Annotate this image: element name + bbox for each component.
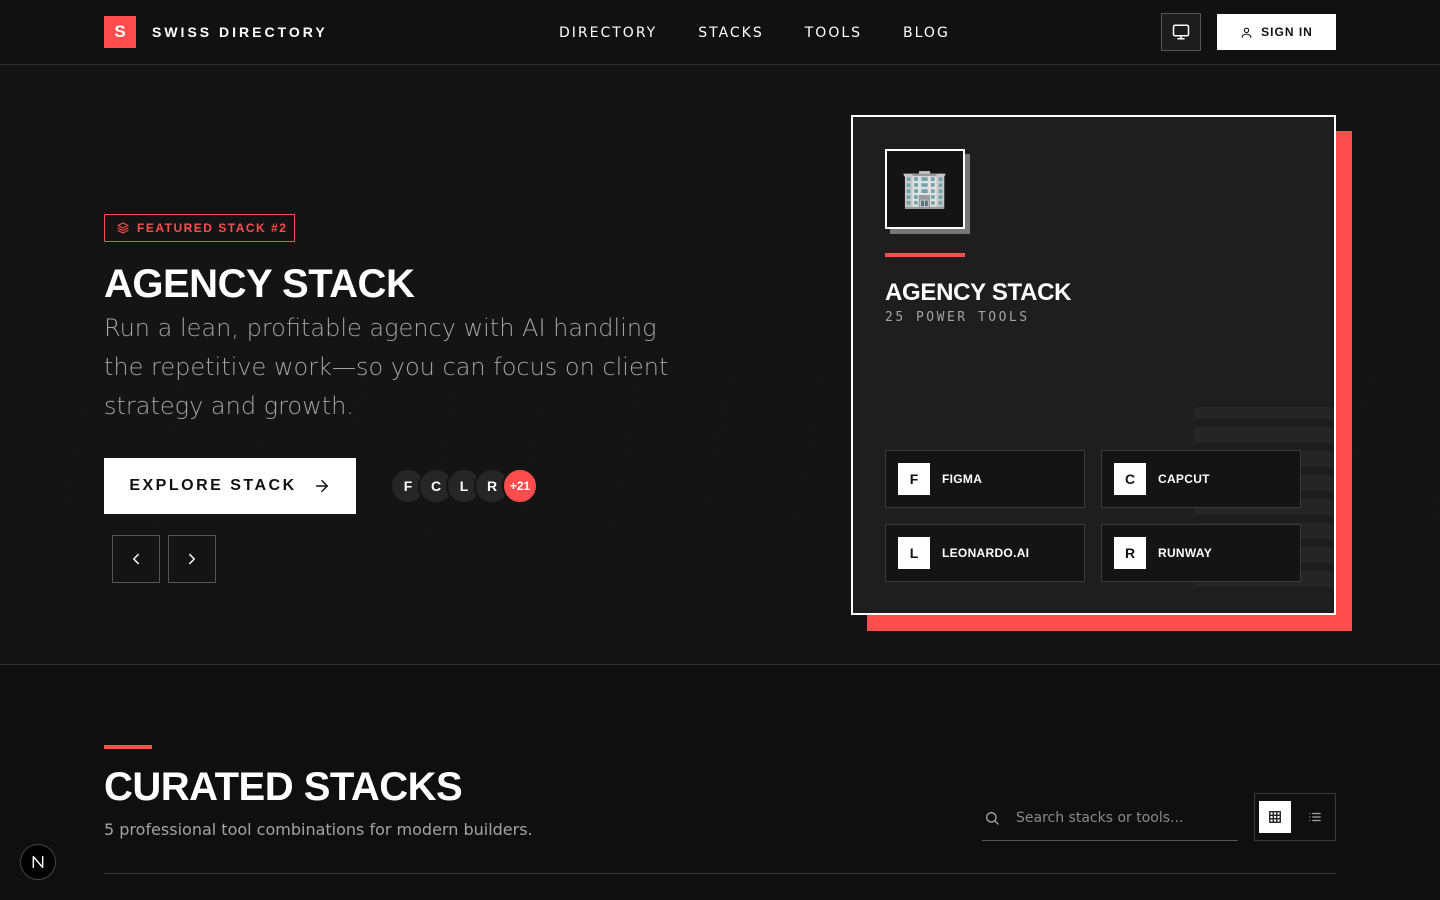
logo-text[interactable]: SWISS DIRECTORY (152, 24, 328, 40)
more-tools-count: +21 (502, 468, 538, 504)
dev-tools-button[interactable] (20, 844, 56, 880)
curated-accent-bar (104, 745, 152, 749)
card-title: AGENCY STACK (885, 279, 1072, 306)
user-icon (1241, 27, 1252, 38)
monitor-icon (1172, 24, 1190, 40)
nav-link-directory[interactable]: DIRECTORY (559, 25, 657, 41)
tool-tile-figma[interactable]: F FIGMA (885, 450, 1085, 508)
card-accent-bar (885, 253, 965, 257)
hero-section: FEATURED STACK #2 AGENCY STACK Run a lea… (0, 65, 1440, 665)
nav-link-stacks[interactable]: STACKS (698, 25, 764, 41)
tool-name: LEONARDO.AI (942, 546, 1030, 560)
building-icon: 🏢 (885, 149, 965, 229)
curated-title: CURATED STACKS (104, 765, 463, 809)
tool-avatar-stack: F C L R +21 (390, 468, 538, 504)
nav-link-tools[interactable]: TOOLS (805, 25, 862, 41)
building-emoji: 🏢 (901, 168, 949, 210)
explore-stack-label: EXPLORE STACK (129, 477, 297, 494)
next-slide-button[interactable] (168, 535, 216, 583)
sign-in-label: SIGN IN (1261, 25, 1313, 39)
view-toggle (1254, 793, 1336, 841)
tool-tile-capcut[interactable]: C CAPCUT (1101, 450, 1301, 508)
grid-view-button[interactable] (1259, 801, 1291, 833)
previous-slide-button[interactable] (112, 535, 160, 583)
nav-link-blog[interactable]: BLOG (903, 25, 950, 41)
arrow-right-icon (315, 480, 328, 492)
explore-stack-button[interactable]: EXPLORE STACK (104, 458, 356, 514)
chevron-right-icon (189, 553, 195, 565)
section-divider (104, 873, 1336, 874)
tool-name: CAPCUT (1158, 472, 1210, 486)
layers-icon (117, 222, 129, 234)
search-input[interactable] (1016, 809, 1236, 826)
tool-name: RUNWAY (1158, 546, 1213, 560)
chevron-left-icon (133, 553, 139, 565)
tool-letter: L (898, 537, 930, 569)
logo-mark[interactable]: S (104, 16, 136, 48)
theme-toggle-button[interactable] (1161, 13, 1201, 51)
card-tool-count: 25 POWER TOOLS (885, 310, 1030, 325)
stack-search (982, 795, 1238, 841)
curated-subtitle: 5 professional tool combinations for mod… (104, 820, 533, 839)
list-view-button[interactable] (1299, 801, 1331, 833)
main-nav: DIRECTORY STACKS TOOLS BLOG (559, 25, 950, 41)
tool-tile-leonardo[interactable]: L LEONARDO.AI (885, 524, 1085, 582)
search-icon (986, 811, 999, 825)
sign-in-button[interactable]: SIGN IN (1217, 14, 1336, 50)
list-icon (1309, 812, 1321, 822)
hero-description: Run a lean, profitable agency with AI ha… (104, 314, 669, 420)
n-logo-icon (32, 855, 44, 869)
feature-stack-card[interactable]: 🏢 AGENCY STACK 25 POWER TOOLS F FIGMA C … (851, 115, 1336, 615)
hero-title: AGENCY STACK (104, 262, 415, 306)
featured-badge-label: FEATURED STACK #2 (137, 221, 288, 235)
tool-letter: R (1114, 537, 1146, 569)
featured-badge: FEATURED STACK #2 (104, 214, 295, 242)
tool-tile-runway[interactable]: R RUNWAY (1101, 524, 1301, 582)
tool-name: FIGMA (942, 472, 983, 486)
grid-icon (1269, 811, 1281, 823)
tool-letter: F (898, 463, 930, 495)
tool-letter: C (1114, 463, 1146, 495)
site-header: S SWISS DIRECTORY DIRECTORY STACKS TOOLS… (0, 0, 1440, 65)
